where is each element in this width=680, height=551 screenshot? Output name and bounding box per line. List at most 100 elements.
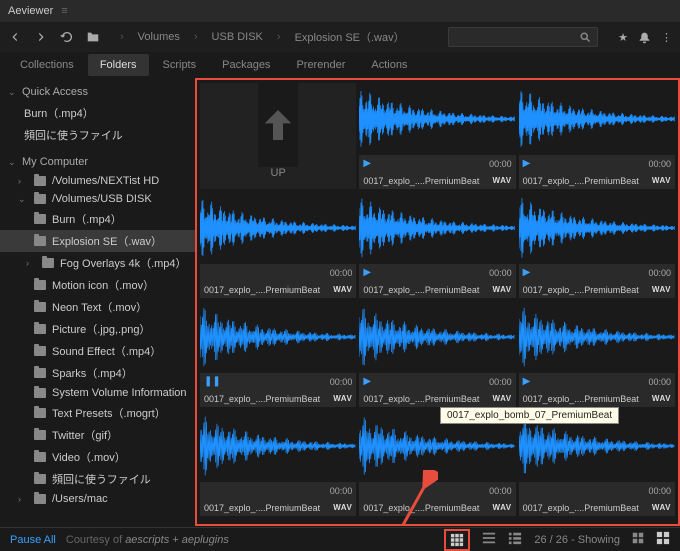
courtesy-label: Courtesy of aescripts + aeplugins [66,534,229,546]
time-label: 00:00 [489,486,512,496]
sidebar-item-volume[interactable]: ⌄/Volumes/USB DISK [0,190,195,208]
folder-icon [34,430,46,440]
breadcrumb-item[interactable]: USB DISK [208,29,267,45]
waveform [519,301,675,373]
tab-actions[interactable]: Actions [359,54,419,76]
play-icon[interactable]: ▶ [363,376,371,387]
back-icon[interactable] [8,30,22,44]
file-name: 0017_explo_....PremiumBeat [523,176,639,186]
sidebar-item[interactable]: Motion icon（.mov） [0,274,195,296]
sidebar-item[interactable]: Burn（.mp4） [0,102,195,124]
tab-collections[interactable]: Collections [8,54,86,76]
sidebar-item[interactable]: Explosion SE（.wav） [0,230,195,252]
format-badge: WAV [493,394,512,403]
waveform [359,83,515,155]
file-name: 0017_explo_....PremiumBeat [523,394,639,404]
waveform [359,301,515,373]
bell-icon[interactable] [638,31,651,44]
sidebar-item[interactable]: System Volume Information [0,384,195,402]
audio-file-cell[interactable]: ▶ 00:00 0017_explo_....PremiumBeat WAV [359,83,515,189]
sidebar-item[interactable]: Sound Effect（.mp4） [0,340,195,362]
view-thumb-large-button[interactable] [656,531,670,548]
sidebar-item[interactable]: Sparks（.mp4） [0,362,195,384]
pause-all-button[interactable]: Pause All [10,534,56,546]
play-icon[interactable]: ▶ [523,267,531,278]
chevron-right-icon: › [273,29,285,45]
star-icon[interactable]: ★ [618,31,628,44]
up-arrow-icon [258,105,298,145]
audio-file-cell[interactable]: 00:00 0017_explo_....PremiumBeat WAV [200,410,356,516]
audio-file-cell[interactable]: ▶ 00:00 0017_explo_....PremiumBeat WAV [359,192,515,298]
view-thumb-small-button[interactable] [632,532,644,547]
menu-dots-icon[interactable]: ⋮ [661,31,672,44]
folder-icon [34,368,46,378]
file-name: 0017_explo_....PremiumBeat [204,394,320,404]
folder-icon [34,452,46,462]
search-input[interactable] [448,27,598,47]
folder-icon [34,346,46,356]
my-computer-section[interactable]: ⌄My Computer [0,152,195,172]
sidebar-item-volume[interactable]: ›/Volumes/NEXTist HD [0,172,195,190]
toolbar: › Volumes › USB DISK › Explosion SE（.wav… [0,22,680,52]
titlebar: Aeviewer ≡ [0,0,680,22]
sidebar-item[interactable]: 頻回に使うファイル [0,468,195,490]
folder-icon [34,214,46,224]
sidebar-item[interactable]: Neon Text（.mov） [0,296,195,318]
format-badge: WAV [652,176,671,185]
refresh-icon[interactable] [60,30,74,44]
tab-packages[interactable]: Packages [210,54,282,76]
file-name: 0017_explo_....PremiumBeat [363,394,479,404]
quick-access-section[interactable]: ⌄Quick Access [0,82,195,102]
audio-file-cell[interactable]: 00:00 0017_explo_....PremiumBeat WAV [519,410,675,516]
folder-icon [34,302,46,312]
sidebar-item[interactable]: 頻回に使うファイル [0,124,195,146]
view-detail-button[interactable] [508,531,522,548]
chevron-right-icon: › [190,29,202,45]
play-icon[interactable]: ▶ [523,376,531,387]
waveform [200,301,356,373]
sidebar-item[interactable]: Picture（.jpg,.png） [0,318,195,340]
time-label: 00:00 [330,486,353,496]
audio-file-cell[interactable]: ▶ 00:00 0017_explo_....PremiumBeat WAV [519,301,675,407]
time-label: 00:00 [648,377,671,387]
audio-file-cell[interactable]: ▶ 00:00 0017_explo_....PremiumBeat WAV [359,301,515,407]
forward-icon[interactable] [34,30,48,44]
folder-icon [34,236,46,246]
format-badge: WAV [493,503,512,512]
time-label: 00:00 [330,377,353,387]
titlebar-expand-icon[interactable]: ≡ [61,5,67,17]
sidebar-item[interactable]: Burn（.mp4） [0,208,195,230]
format-badge: WAV [333,503,352,512]
view-list-button[interactable] [482,531,496,548]
audio-file-cell[interactable]: ▶ 00:00 0017_explo_....PremiumBeat WAV [519,192,675,298]
play-icon[interactable]: ❚❚ [204,376,221,387]
waveform [200,192,356,264]
tab-folders[interactable]: Folders [88,54,149,76]
folder-icon [34,388,46,398]
sidebar-item[interactable]: ›Fog Overlays 4k（.mp4） [0,252,195,274]
showing-count: 26 / 26 - Showing [534,534,620,546]
folder-icon [34,194,46,204]
audio-file-cell[interactable]: ▶ 00:00 0017_explo_....PremiumBeat WAV [519,83,675,189]
breadcrumb-item[interactable]: Volumes [134,29,184,45]
folder-icon [34,324,46,334]
folder-icon[interactable] [86,30,100,44]
play-icon[interactable]: ▶ [523,158,531,169]
format-badge: WAV [493,176,512,185]
audio-file-cell[interactable]: 00:00 0017_explo_....PremiumBeat WAV [200,192,356,298]
breadcrumb-item[interactable]: Explosion SE（.wav） [291,27,409,47]
play-icon[interactable]: ▶ [363,158,371,169]
sidebar-item[interactable]: Twitter（gif） [0,424,195,446]
view-grid-button[interactable] [444,529,470,551]
sidebar-item[interactable]: Text Presets（.mogrt） [0,402,195,424]
audio-file-cell[interactable]: ❚❚ 00:00 0017_explo_....PremiumBeat WAV [200,301,356,407]
tab-prerender[interactable]: Prerender [284,54,357,76]
sidebar-item-volume[interactable]: ›/Users/mac [0,490,195,508]
time-label: 00:00 [648,159,671,169]
tab-scripts[interactable]: Scripts [151,54,209,76]
file-name: 0017_explo_....PremiumBeat [204,503,320,513]
up-folder-cell[interactable]: UP [200,83,356,189]
play-icon[interactable]: ▶ [363,267,371,278]
sidebar-item[interactable]: Video（.mov） [0,446,195,468]
statusbar: Pause All Courtesy of aescripts + aeplug… [0,527,680,551]
